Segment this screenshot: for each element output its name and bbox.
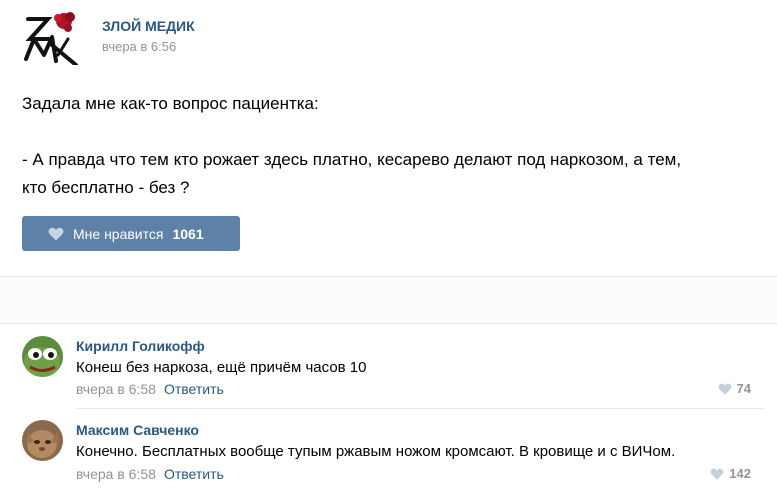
comment-meta: вчера в 6:58 Ответить [76,466,224,482]
avatar[interactable] [22,420,63,461]
comment: Максим Савченко Конечно. Бесплатных вооб… [0,409,777,489]
comment-text: Конечно. Бесплатных вообще тупым ржавым … [76,443,676,460]
reply-button[interactable]: Ответить [164,466,224,482]
heart-icon [710,468,724,480]
post-text-line: Задала мне как-то вопрос пациентка: [22,94,319,113]
post-text-line: кто бесплатно - без ? [22,178,190,197]
heart-icon [48,227,64,240]
post-text-line: - А правда что тем кто рожает здесь плат… [22,150,682,169]
like-count: 1061 [172,225,204,242]
comment-time[interactable]: вчера в 6:58 [76,381,156,397]
like-button[interactable]: Мне нравится 1061 [22,216,240,251]
comment-author[interactable]: Кирилл Голикофф [76,338,205,354]
like-label: Мне нравится [73,225,164,242]
comment-author[interactable]: Максим Савченко [76,422,199,438]
post-text: Задала мне как-то вопрос пациентка: - А … [22,90,762,202]
heart-icon [718,383,731,395]
comment-likes[interactable]: 142 [710,466,751,481]
comment-likes[interactable]: 74 [718,381,751,396]
post-time[interactable]: вчера в 6:56 [102,39,176,54]
community-logo[interactable] [22,9,80,67]
reply-button[interactable]: Ответить [164,381,224,397]
comment-text: Конеш без наркоза, ещё причём часов 10 [76,359,367,376]
post-header: ЗЛОЙ МЕДИК вчера в 6:56 [22,9,622,67]
comment-like-count: 142 [729,466,751,481]
comment-like-count: 74 [736,381,751,396]
avatar[interactable] [22,336,63,377]
comment-meta: вчера в 6:58 Ответить [76,381,224,397]
comments-separator [0,277,777,324]
comment-time[interactable]: вчера в 6:58 [76,466,156,482]
comment: Кирилл Голикофф Конеш без наркоза, ещё п… [0,324,777,408]
post-author[interactable]: ЗЛОЙ МЕДИК [102,18,195,34]
